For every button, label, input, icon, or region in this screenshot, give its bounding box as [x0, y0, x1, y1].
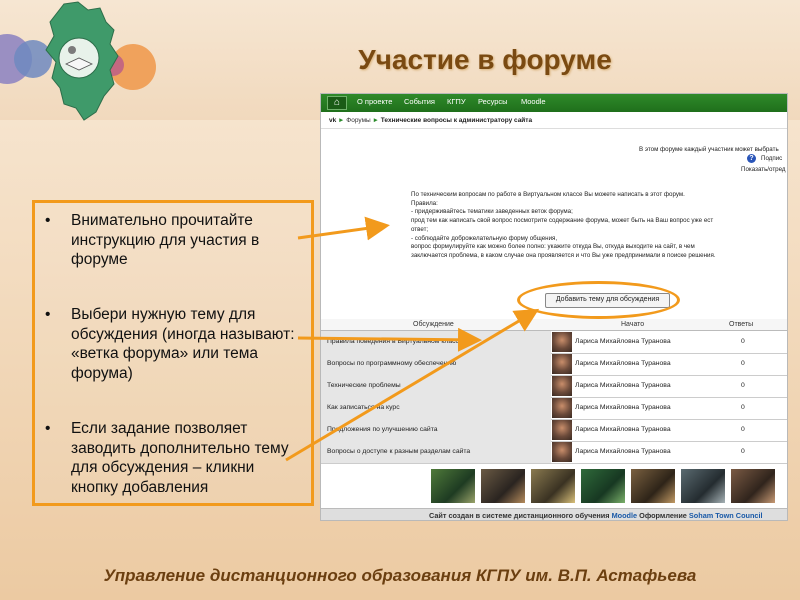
replies-count: 0 — [741, 382, 745, 389]
author-link[interactable]: Лариса Михайловна Туранова — [575, 353, 671, 375]
bullet-text: Выбери нужную тему для обсуждения (иногд… — [71, 306, 295, 382]
col-started-header: Начато — [621, 321, 645, 328]
table-row[interactable]: Технические проблемы Лариса Михайловна Т… — [321, 375, 787, 398]
col-topic-header: Обсуждение — [413, 321, 454, 328]
table-row[interactable]: Предложения по улучшению сайта Лариса Ми… — [321, 419, 787, 442]
topics-table-header: Обсуждение Начато Ответы — [321, 319, 787, 331]
divider — [321, 128, 787, 129]
intro-line: Правила: — [411, 199, 438, 207]
nav-item-kgpu[interactable]: КГПУ — [447, 97, 466, 106]
gallery-photo — [581, 469, 625, 503]
bullet-text: Если задание позволяет заводить дополнит… — [71, 420, 289, 496]
nav-item-events[interactable]: События — [404, 97, 435, 106]
nav-item-about[interactable]: О проекте — [357, 97, 392, 106]
intro-line: прод тем как написать свой вопрос посмот… — [411, 217, 714, 225]
breadcrumb-separator-icon: ► — [372, 117, 379, 124]
forum-intro: По техническим вопросам по работе в Вирт… — [411, 191, 787, 261]
breadcrumb-root[interactable]: vk — [329, 117, 336, 124]
footer-prefix: Сайт создан в системе дистанционного обу… — [429, 511, 610, 520]
gallery-photo — [631, 469, 675, 503]
avatar — [552, 376, 572, 396]
slide-title: Участие в форуме — [358, 44, 612, 75]
home-icon[interactable]: ⌂ — [327, 96, 347, 110]
replies-count: 0 — [741, 448, 745, 455]
topic-link[interactable]: Вопросы по программному обеспечению — [321, 353, 551, 375]
intro-line: - придерживайтесь тематики заведенных ве… — [411, 208, 573, 216]
council-link[interactable]: Soham Town Council — [689, 511, 763, 520]
topic-link[interactable]: Как записаться на курс — [321, 397, 551, 419]
nav-item-resources[interactable]: Ресурсы — [478, 97, 508, 106]
breadcrumb-current: Технические вопросы к администратору сай… — [380, 117, 533, 124]
table-row[interactable]: Вопросы о доступе к разным разделам сайт… — [321, 441, 787, 464]
author-link[interactable]: Лариса Михайловна Туранова — [575, 397, 671, 419]
avatar — [552, 332, 572, 352]
topic-link[interactable]: Технические проблемы — [321, 375, 551, 397]
author-link[interactable]: Лариса Михайловна Туранова — [575, 441, 671, 463]
nav-item-moodle[interactable]: Moodle — [521, 97, 546, 106]
bullet-dot-icon: • — [45, 212, 51, 229]
forum-mode-note: В этом форуме каждый участник может выбр… — [639, 146, 779, 153]
table-row[interactable]: Правила поведения в Виртуальном классе Л… — [321, 331, 787, 354]
table-row[interactable]: Как записаться на курс Лариса Михайловна… — [321, 397, 787, 420]
replies-count: 0 — [741, 426, 745, 433]
author-link[interactable]: Лариса Михайловна Туранова — [575, 375, 671, 397]
intro-line: вопрос формулируйте как можно более полн… — [411, 243, 695, 251]
gallery-photo — [681, 469, 725, 503]
avatar — [552, 420, 572, 440]
organization-footer: Управление дистанционного образования КГ… — [103, 566, 697, 585]
instructions-box: • Внимательно прочитайте инструкцию для … — [32, 200, 314, 506]
author-link[interactable]: Лариса Михайловна Туранова — [575, 331, 671, 353]
site-footer: Сайт создан в системе дистанционного обу… — [321, 508, 787, 520]
replies-count: 0 — [741, 338, 745, 345]
table-row[interactable]: Вопросы по программному обеспечению Лари… — [321, 353, 787, 376]
breadcrumb-separator-icon: ► — [338, 117, 345, 124]
help-icon[interactable]: ? — [747, 154, 756, 163]
footer-design: Оформление — [639, 511, 687, 520]
avatar — [552, 354, 572, 374]
forum-screenshot: ⌂ О проекте События КГПУ Ресурсы Moodle … — [320, 93, 788, 521]
gallery-photo — [731, 469, 775, 503]
avatar — [552, 442, 572, 462]
gallery-photo — [531, 469, 575, 503]
university-logo — [45, 1, 119, 121]
col-replies-header: Ответы — [729, 321, 754, 328]
bullet-dot-icon: • — [45, 306, 51, 323]
breadcrumb: vk ► Форумы ► Технические вопросы к адми… — [329, 117, 532, 124]
replies-count: 0 — [741, 360, 745, 367]
subscribe-link[interactable]: Подпис — [761, 155, 782, 162]
bullet-dot-icon: • — [45, 420, 51, 437]
intro-line: ответ; — [411, 225, 429, 233]
photo-gallery — [431, 469, 787, 503]
gallery-photo — [481, 469, 525, 503]
show-edit-link[interactable]: Показать/отред — [741, 166, 786, 173]
bullet-text: Внимательно прочитайте инструкцию для уч… — [71, 212, 260, 268]
footer-text: Сайт создан в системе дистанционного обу… — [429, 511, 763, 520]
topic-link[interactable]: Вопросы о доступе к разным разделам сайт… — [321, 441, 551, 463]
site-navbar: ⌂ О проекте События КГПУ Ресурсы Moodle — [321, 94, 787, 112]
author-link[interactable]: Лариса Михайловна Туранова — [575, 419, 671, 441]
button-highlight-ellipse — [517, 281, 680, 319]
replies-count: 0 — [741, 404, 745, 411]
topic-link[interactable]: Предложения по улучшению сайта — [321, 419, 551, 441]
intro-line: - соблюдайте доброжелательную форму обще… — [411, 234, 558, 242]
moodle-link[interactable]: Moodle — [612, 511, 638, 520]
gallery-photo — [431, 469, 475, 503]
topic-link[interactable]: Правила поведения в Виртуальном классе — [321, 331, 551, 353]
breadcrumb-forums[interactable]: Форумы — [346, 117, 370, 124]
avatar — [552, 398, 572, 418]
intro-line: заключается проблема, в каком случае она… — [411, 251, 716, 259]
intro-line: По техническим вопросам по работе в Вирт… — [411, 191, 685, 198]
